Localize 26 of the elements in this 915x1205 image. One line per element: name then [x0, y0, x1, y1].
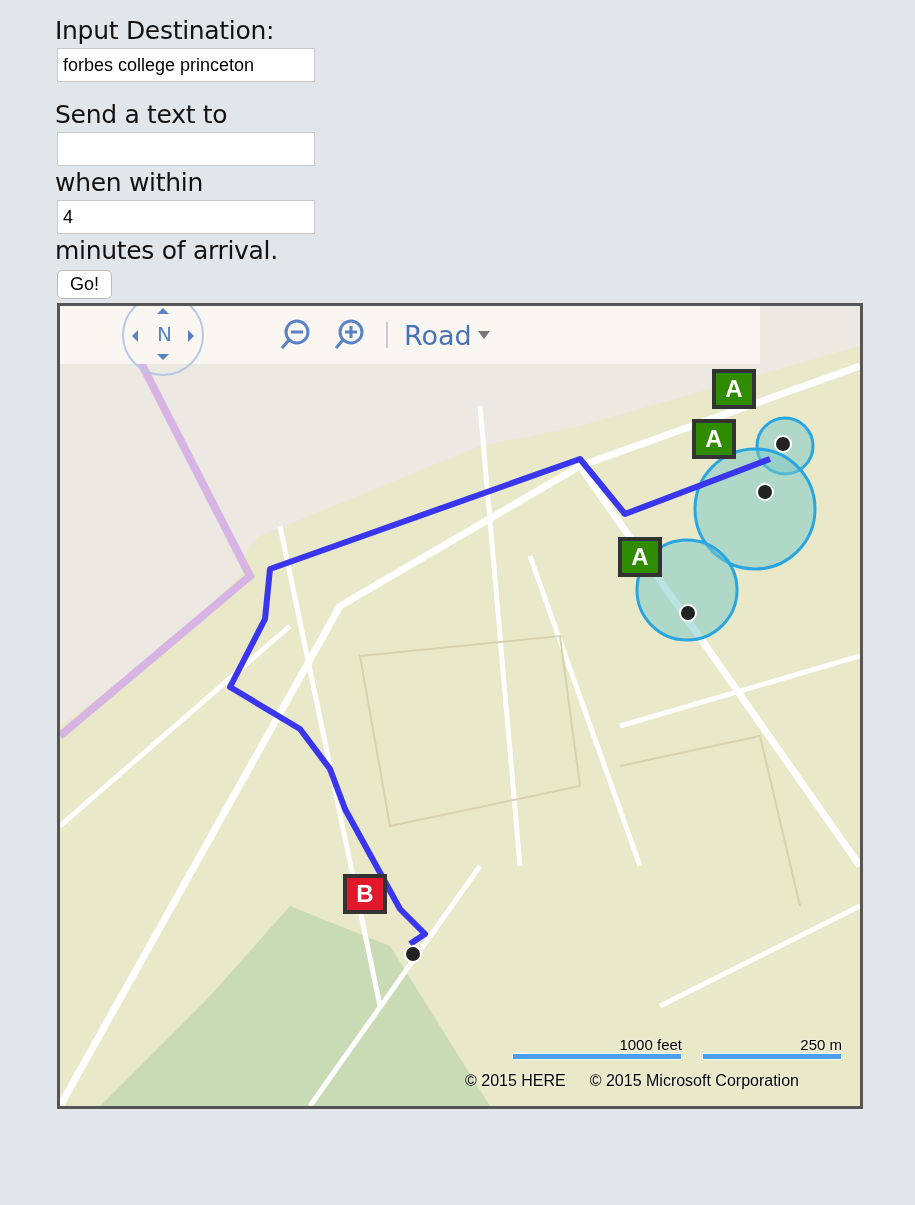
caret-icon — [477, 331, 490, 339]
zoom-out-icon[interactable] — [278, 318, 312, 352]
zoom-in-icon[interactable] — [332, 318, 366, 352]
map-pin[interactable]: B — [343, 874, 387, 914]
map-pin[interactable]: A — [692, 419, 736, 459]
destination-input[interactable]: forbes college princeton — [57, 48, 315, 82]
pan-left-icon[interactable] — [132, 330, 138, 342]
map-type-dropdown[interactable]: Road — [404, 319, 490, 351]
pan-up-icon[interactable] — [157, 308, 169, 314]
copyright-text: © 2015 Microsoft Corporation — [589, 1072, 799, 1090]
minutes-input[interactable]: 4 — [57, 200, 315, 234]
go-button[interactable]: Go! — [57, 270, 112, 299]
scale-label: 1000 feet — [619, 1036, 682, 1053]
map-pin[interactable]: A — [618, 537, 662, 577]
scale-label: 250 m — [800, 1036, 842, 1053]
compass-control[interactable]: N — [122, 306, 204, 376]
pan-down-icon[interactable] — [157, 354, 169, 360]
copyright-text: © 2015 HERE — [465, 1072, 566, 1090]
map-pin[interactable]: A — [712, 369, 756, 409]
compass-label: N — [157, 322, 172, 346]
within-label: when within — [55, 167, 203, 199]
pan-right-icon[interactable] — [188, 330, 194, 342]
phone-label: Send a text to — [55, 99, 228, 131]
destination-label: Input Destination: — [55, 15, 275, 47]
arrival-label: minutes of arrival. — [55, 235, 278, 267]
phone-input[interactable] — [57, 132, 315, 166]
